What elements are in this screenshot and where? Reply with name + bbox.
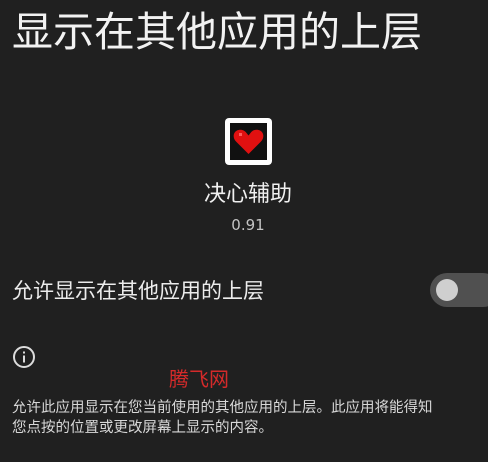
overlay-permission-toggle[interactable] — [430, 273, 488, 307]
description-line-2: 您点按的位置或更改屏幕上显示的内容。 — [12, 420, 273, 436]
info-icon — [12, 345, 36, 369]
overlay-permission-row[interactable]: 允许显示在其他应用的上层 — [0, 266, 488, 316]
permission-description: 允许此应用显示在您当前使用的其他应用的上层。此应用将能得知 您点按的位置或更改屏… — [12, 398, 488, 438]
toggle-thumb — [436, 279, 458, 301]
app-name: 决心辅助 — [203, 182, 292, 207]
app-icon — [225, 118, 272, 165]
overlay-permission-label: 允许显示在其他应用的上层 — [12, 279, 264, 303]
app-version: 0.91 — [231, 216, 265, 234]
heart-icon — [230, 123, 267, 160]
description-line-1: 允许此应用显示在您当前使用的其他应用的上层。此应用将能得知 — [12, 400, 433, 416]
page-title: 显示在其他应用的上层 — [12, 8, 422, 56]
watermark-text: 腾飞网 — [169, 367, 229, 391]
